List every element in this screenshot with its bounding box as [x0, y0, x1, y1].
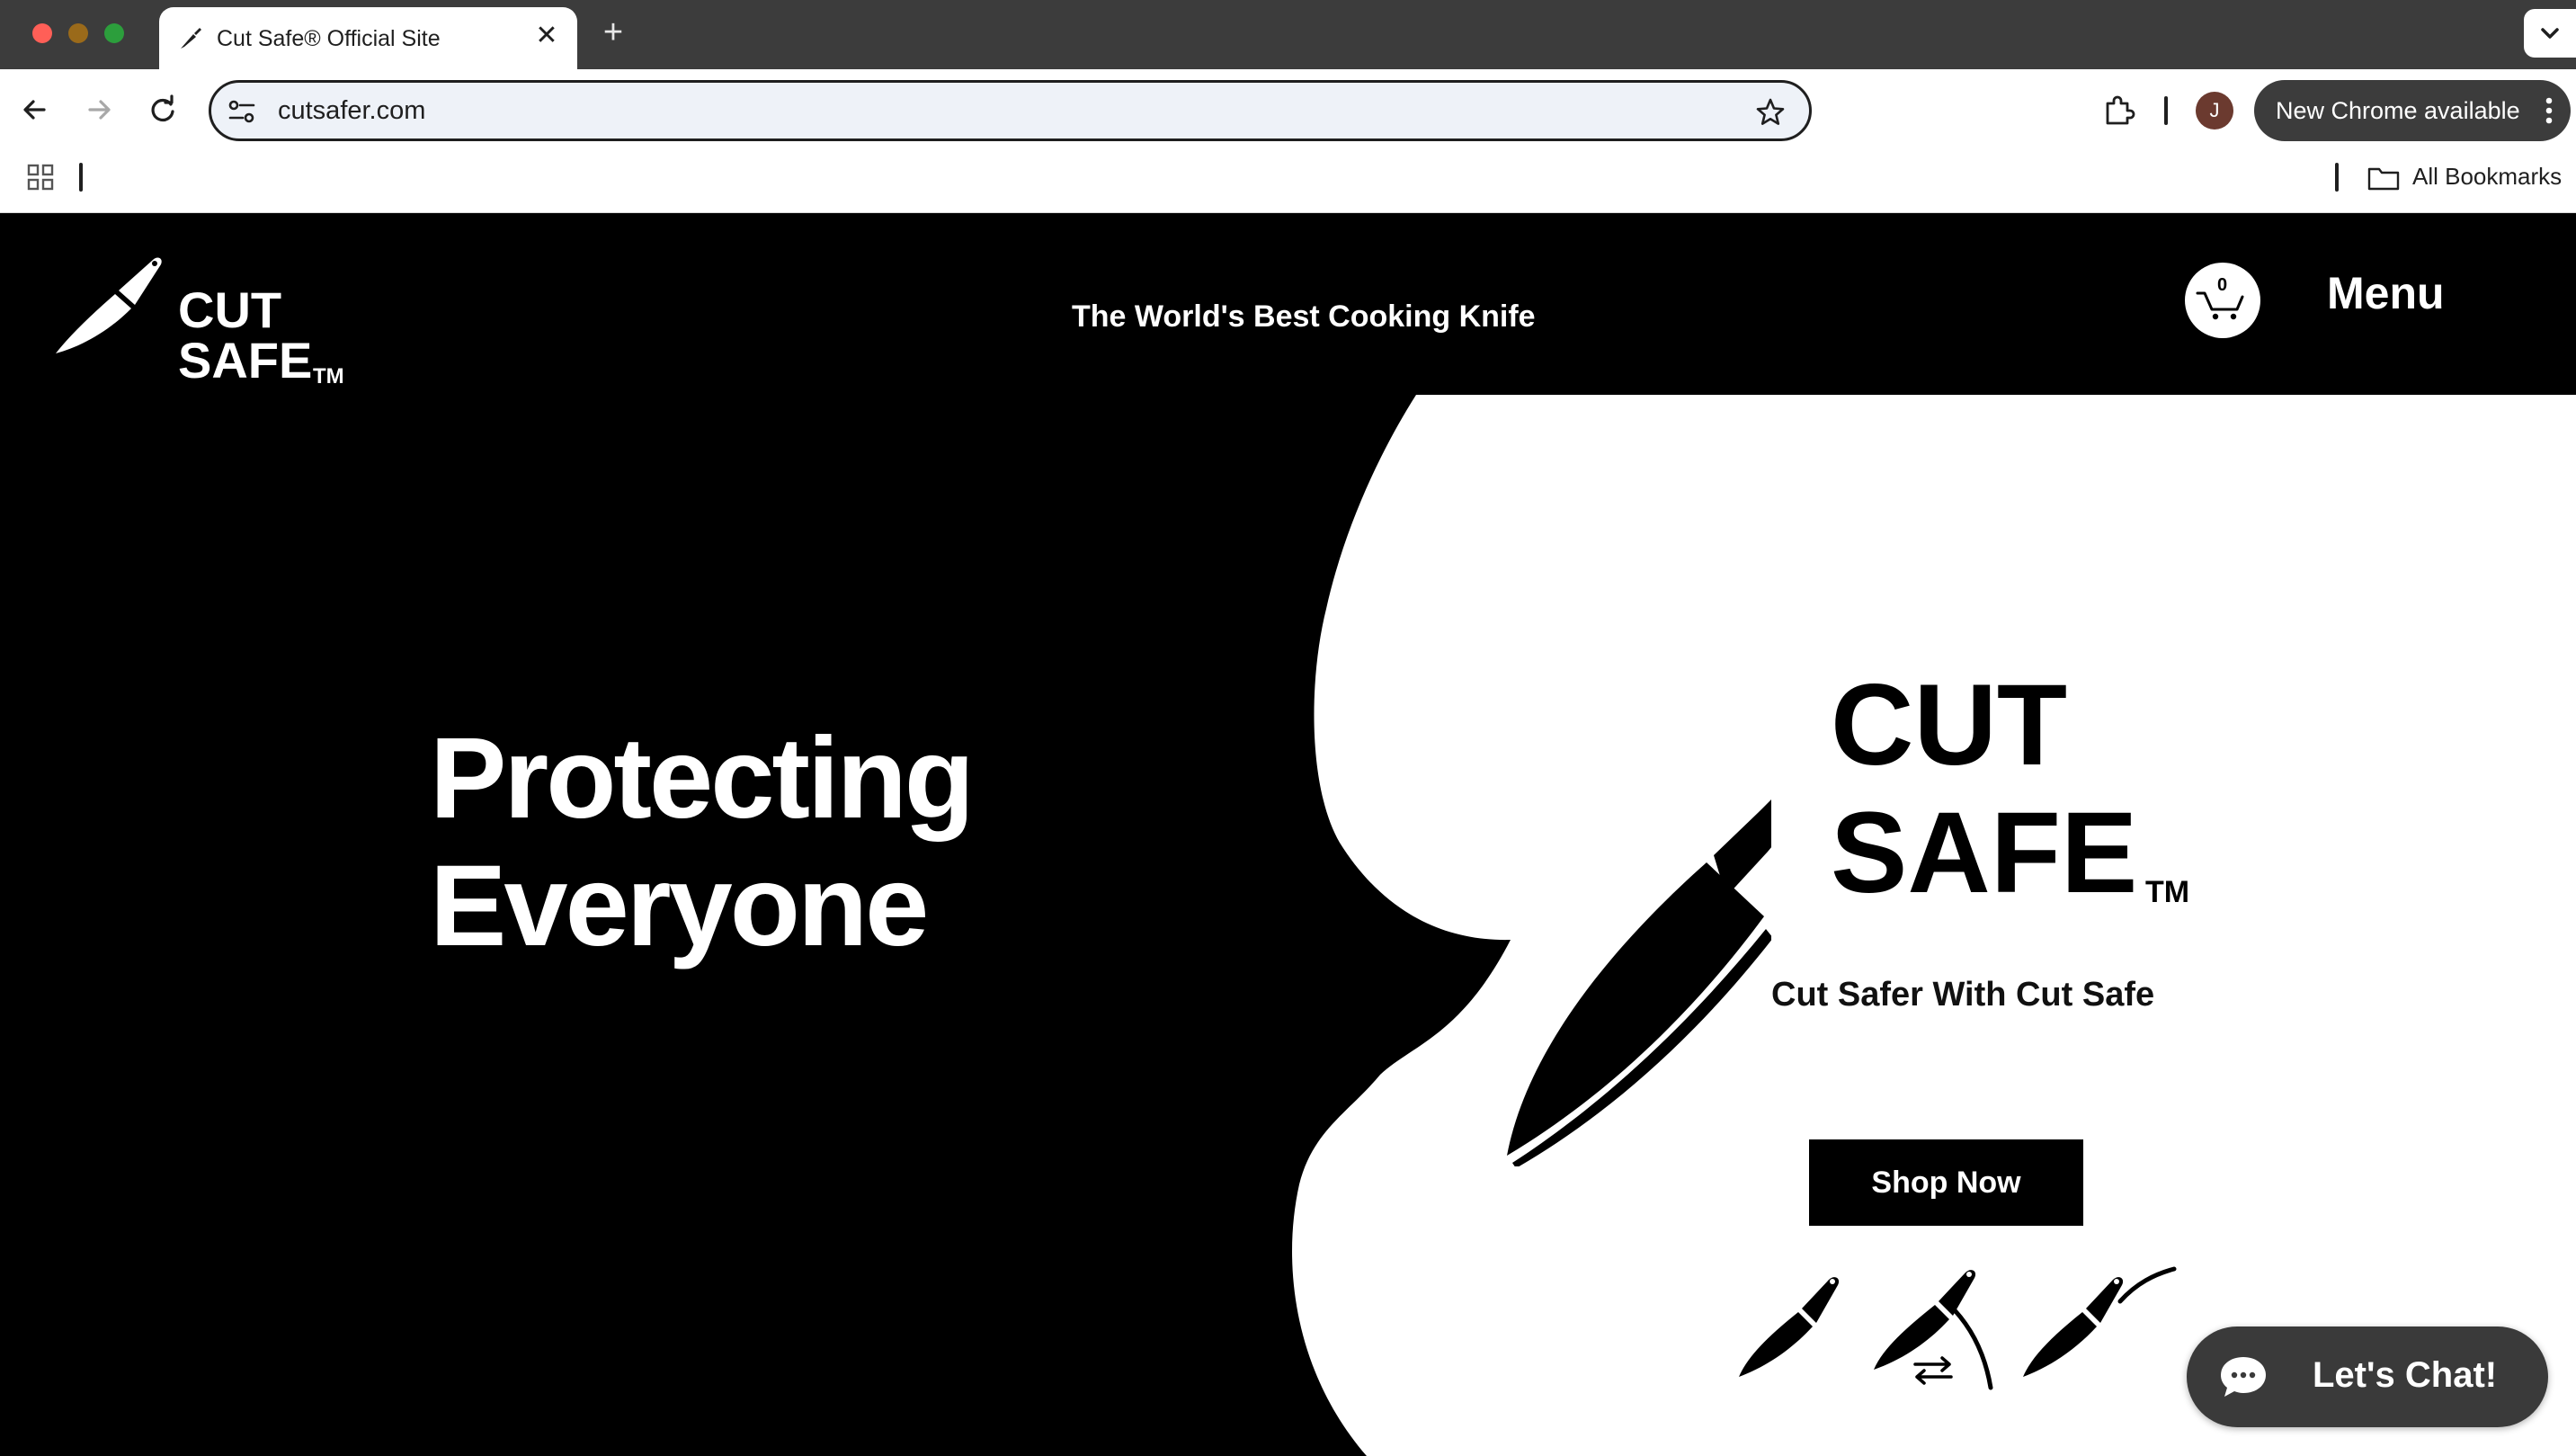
knife-icon [181, 28, 201, 49]
update-chrome-label: New Chrome available [2276, 97, 2520, 124]
more-vertical-icon [2545, 97, 2553, 124]
apps-grid-icon[interactable] [27, 164, 54, 191]
address-bar[interactable]: cutsafer.com [209, 80, 1812, 141]
bookmarks-bar: All Bookmarks [0, 150, 2576, 213]
chat-bubble-icon [2221, 1357, 2266, 1397]
extensions-puzzle-icon[interactable] [2100, 93, 2136, 129]
chevron-down-icon [2541, 28, 2559, 39]
hero-logo-text-safe: SAFE [1831, 789, 2138, 917]
knife-logo-icon [1507, 799, 1771, 1166]
logo-text-safe: SAFE [178, 332, 313, 389]
shop-now-button[interactable]: Shop Now [1809, 1139, 2083, 1226]
hero-logo-text-cut: CUT [1831, 661, 2068, 790]
hero-white-shape [1292, 395, 2576, 1456]
browser-tab-bar: Cut Safe® Official Site ✕ + [0, 0, 2576, 69]
window-close-button[interactable] [32, 23, 52, 43]
hero-logo-trademark: TM [2145, 875, 2190, 909]
browser-tab-active[interactable]: Cut Safe® Official Site ✕ [159, 7, 577, 69]
tab-close-icon[interactable]: ✕ [530, 20, 563, 52]
bookmarks-divider [79, 163, 83, 192]
profile-avatar[interactable]: J [2196, 92, 2233, 130]
cart-count: 0 [2217, 275, 2228, 295]
folder-icon [2367, 167, 2400, 191]
reload-icon[interactable] [142, 89, 183, 130]
knife-icon [1739, 1277, 1840, 1377]
bookmarks-divider [2335, 163, 2339, 192]
knife-logo-icon [56, 257, 162, 353]
back-arrow-icon[interactable] [14, 89, 56, 130]
hero-heading-line1: Protecting [430, 714, 975, 843]
knife-curve-icon [2023, 1266, 2177, 1377]
site-logo[interactable]: CUT SAFE TM [52, 251, 358, 389]
site-tagline: The World's Best Cooking Knife [1072, 299, 1536, 334]
update-chrome-button[interactable]: New Chrome available [2254, 80, 2571, 141]
site-settings-icon[interactable] [227, 98, 256, 125]
window-minimize-button[interactable] [68, 23, 88, 43]
browser-toolbar: cutsafer.com J New Chrome available [0, 69, 2576, 150]
chat-widget-button[interactable]: Let's Chat! [2187, 1326, 2548, 1427]
forward-arrow-icon[interactable] [78, 89, 120, 130]
tab-search-button[interactable] [2524, 9, 2576, 58]
knife-sharpen-icon [1874, 1270, 1993, 1390]
new-tab-button[interactable]: + [593, 13, 633, 52]
address-url[interactable]: cutsafer.com [278, 96, 425, 126]
cart-icon [2196, 291, 2244, 320]
chat-widget-label: Let's Chat! [2313, 1355, 2498, 1395]
window-zoom-button[interactable] [104, 23, 124, 43]
bookmark-star-icon[interactable] [1755, 97, 1786, 128]
tab-title: Cut Safe® Official Site [217, 26, 441, 51]
all-bookmarks-link[interactable]: All Bookmarks [2412, 163, 2562, 191]
web-page: CUT SAFE TM The World's Best Cooking Kni… [0, 213, 2576, 1456]
cart-button[interactable]: 0 [2185, 263, 2260, 338]
logo-text-cut: CUT [178, 281, 282, 338]
logo-trademark: TM [313, 364, 344, 389]
menu-button[interactable]: Menu [2327, 267, 2445, 319]
hero-heading-line2: Everyone [430, 842, 929, 970]
hero-subtitle: Cut Safer With Cut Safe [1771, 976, 2155, 1014]
toolbar-divider [2164, 96, 2168, 125]
hero-heading: Protecting Everyone [430, 714, 975, 970]
